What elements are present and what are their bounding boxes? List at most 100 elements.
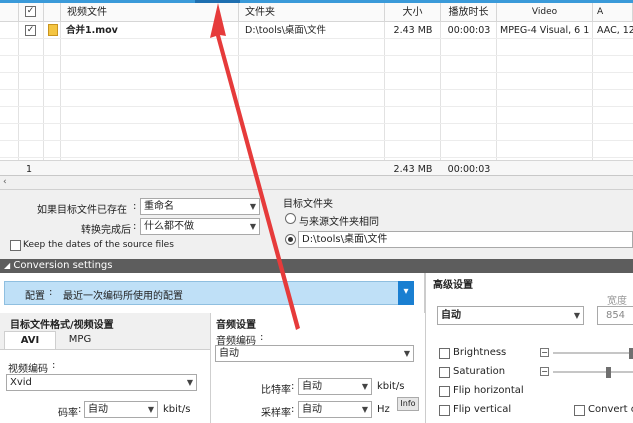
audio-settings-title: 音频设置 (216, 320, 256, 331)
saturation-checkbox[interactable] (439, 367, 450, 378)
if-exists-select[interactable]: 重命名 ▼ (140, 198, 260, 215)
video-codec-select[interactable]: Xvid ▼ (6, 374, 197, 391)
conversion-settings-label: Conversion settings (13, 260, 113, 271)
tab-avi[interactable]: AVI (4, 331, 56, 349)
chevron-down-icon: ▼ (249, 202, 256, 211)
samplerate-label: 采样率 (261, 408, 291, 419)
header-icon[interactable] (44, 3, 61, 22)
colon: : (133, 201, 137, 212)
file-icon (48, 24, 58, 36)
samplerate-select[interactable]: 自动 ▼ (298, 401, 372, 418)
after-convert-value: 什么都不做 (144, 221, 194, 232)
profile-dropdown-button[interactable]: ▾ (398, 281, 414, 305)
empty-row (0, 56, 633, 73)
colon: : (52, 360, 56, 371)
video-settings-title: 目标文件格式/视频设置 (10, 320, 114, 331)
summary-duration: 00:00:03 (447, 164, 491, 175)
target-folder-label: 目标文件夹 (283, 199, 333, 210)
header-video[interactable]: Video (497, 3, 593, 22)
video-bitrate-value: 自动 (88, 404, 108, 415)
header-check[interactable]: ✓ (19, 3, 44, 22)
saturation-slider-track[interactable] (553, 371, 633, 373)
saturation-slider-handle[interactable] (606, 367, 612, 378)
empty-row (0, 39, 633, 56)
chevron-down-icon: ▾ (403, 286, 409, 297)
flip-horizontal-label: Flip horizontal (453, 385, 524, 396)
horizontal-scrollbar[interactable]: ‹ (0, 176, 633, 190)
brightness-minus-icon[interactable]: − (540, 348, 549, 357)
colon: : (291, 404, 295, 415)
after-convert-select[interactable]: 什么都不做 ▼ (140, 218, 260, 235)
video-bitrate-select[interactable]: 自动 ▼ (84, 401, 158, 418)
audio-bitrate-select[interactable]: 自动 ▼ (298, 378, 372, 395)
tab-mpg[interactable]: MPG (56, 331, 104, 349)
conversion-settings-bar[interactable]: ◢ Conversion settings (0, 259, 633, 273)
row-folder: D:\tools\桌面\文件 (245, 25, 327, 36)
target-path-value: D:\tools\桌面\文件 (302, 234, 388, 245)
saturation-minus-icon[interactable]: − (540, 367, 549, 376)
audio-bitrate-unit: kbit/s (377, 381, 405, 392)
header-audio[interactable]: A (593, 3, 633, 22)
header-video-file[interactable]: 视频文件 (61, 3, 239, 22)
summary-count: 1 (26, 164, 33, 175)
if-exists-label: 如果目标文件已存在 (37, 205, 127, 216)
scroll-left-icon[interactable]: ‹ (3, 177, 7, 187)
convert-label: Convert co (588, 404, 633, 415)
audio-settings-panel: 音频设置 音频编码 : 自动 ▼ 比特率 : 自动 ▼ kbit/s 采样率 :… (210, 313, 425, 423)
info-button[interactable]: Info (397, 397, 419, 411)
custom-folder-radio[interactable] (285, 234, 296, 245)
audio-bitrate-label: 比特率 (261, 385, 291, 396)
empty-row (0, 107, 633, 124)
summary-row: 1 2.43 MB 00:00:03 (0, 160, 633, 175)
row-checkbox[interactable]: ✓ (25, 25, 36, 36)
advanced-settings-title: 高级设置 (433, 280, 473, 291)
header-size[interactable]: 大小 (385, 3, 441, 22)
header-index[interactable] (0, 3, 19, 22)
chevron-down-icon: ▼ (361, 405, 368, 414)
width-input[interactable]: 854 (597, 306, 633, 325)
keep-dates-checkbox[interactable] (10, 240, 21, 251)
advanced-mode-select[interactable]: 自动 ▼ (437, 306, 584, 325)
profile-label: 配置 (25, 291, 45, 302)
advanced-settings-panel: 高级设置 宽度 自动 ▼ 854 Brightness − Saturation… (425, 273, 633, 423)
chevron-down-icon: ▼ (403, 349, 410, 358)
same-as-source-radio[interactable] (285, 213, 296, 224)
video-settings-body: 视频编码 : Xvid ▼ 码率 : 自动 ▼ kbit/s (0, 349, 210, 423)
header-folder[interactable]: 文件夹 (239, 3, 385, 22)
brightness-label: Brightness (453, 347, 507, 358)
target-path-input[interactable]: D:\tools\桌面\文件 (298, 231, 633, 248)
colon: : (78, 404, 82, 415)
brightness-checkbox[interactable] (439, 348, 450, 359)
header-duration[interactable]: 播放时长 (441, 3, 497, 22)
brightness-slider-handle[interactable] (629, 348, 633, 359)
profile-value: 最近一次编码所使用的配置 (63, 291, 183, 302)
audio-bitrate-value: 自动 (302, 381, 322, 392)
row-video: MPEG-4 Visual, 6 1... (500, 25, 590, 36)
profile-panel: 配置 : 最近一次编码所使用的配置 ▾ (0, 273, 425, 313)
convert-checkbox[interactable] (574, 405, 585, 416)
chevron-down-icon: ▼ (147, 405, 154, 414)
collapse-triangle-icon: ◢ (4, 261, 11, 270)
row-size: 2.43 MB (393, 25, 433, 36)
row-duration: 00:00:03 (447, 25, 491, 36)
empty-row (0, 73, 633, 90)
chevron-down-icon: ▼ (249, 222, 256, 231)
colon: : (49, 287, 53, 298)
colon: : (291, 381, 295, 392)
audio-codec-value: 自动 (219, 348, 239, 359)
video-codec-label: 视频编码 (8, 364, 48, 375)
flip-horizontal-checkbox[interactable] (439, 386, 450, 397)
profile-select[interactable]: 配置 : 最近一次编码所使用的配置 ▾ (4, 281, 414, 305)
table-row[interactable]: ✓ 合并1.mov D:\tools\桌面\文件 2.43 MB 00:00:0… (0, 22, 633, 39)
audio-codec-select[interactable]: 自动 ▼ (215, 345, 414, 362)
empty-row (0, 90, 633, 107)
if-exists-value: 重命名 (144, 201, 174, 212)
select-all-checkbox[interactable]: ✓ (25, 6, 36, 17)
row-audio: AAC, 12... (597, 25, 633, 36)
empty-row (0, 124, 633, 141)
flip-vertical-checkbox[interactable] (439, 405, 450, 416)
video-bitrate-label: 码率 (58, 408, 78, 419)
width-label: 宽度 (607, 296, 627, 307)
keep-dates-label: Keep the dates of the source files (23, 240, 174, 250)
brightness-slider-track[interactable] (553, 352, 633, 354)
